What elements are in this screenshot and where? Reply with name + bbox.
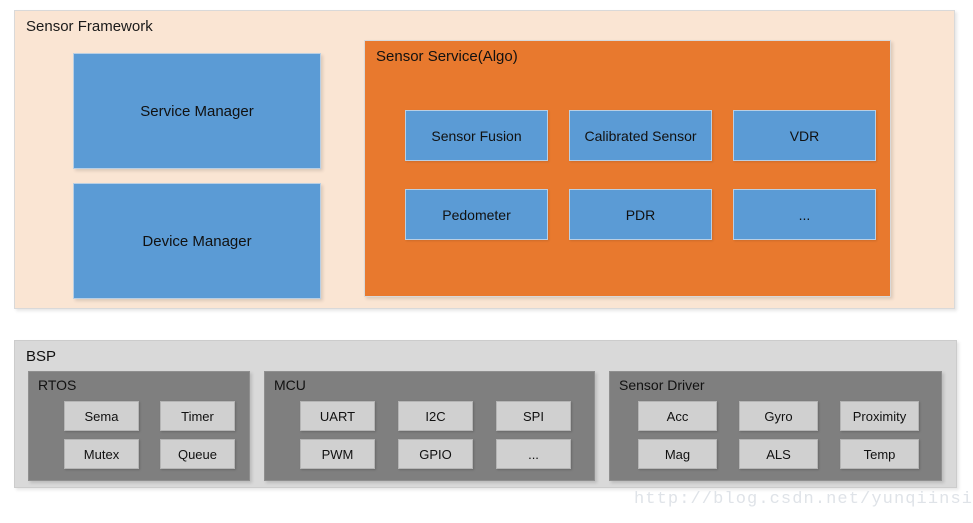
mcu-item-pwm[interactable]: PWM bbox=[300, 439, 375, 469]
mcu-item-label: GPIO bbox=[419, 446, 452, 462]
driver-item-acc[interactable]: Acc bbox=[638, 401, 717, 431]
watermark-text: http://blog.csdn.net/yunqiinsight bbox=[634, 490, 973, 509]
algo-block-label: Sensor Fusion bbox=[431, 127, 522, 144]
bsp-panel: BSP RTOS Sema Timer Mutex Queue MCU UART… bbox=[14, 340, 957, 488]
algo-block-label: PDR bbox=[625, 206, 656, 223]
mcu-item-i2c[interactable]: I2C bbox=[398, 401, 473, 431]
driver-item-label: ALS bbox=[766, 446, 791, 462]
algo-block-label: Calibrated Sensor bbox=[584, 127, 697, 144]
driver-item-label: Mag bbox=[664, 446, 691, 462]
device-manager-block[interactable]: Device Manager bbox=[73, 183, 321, 299]
rtos-item-mutex[interactable]: Mutex bbox=[64, 439, 139, 469]
algo-block-label: ... bbox=[798, 206, 811, 223]
algo-block-pdr[interactable]: PDR bbox=[569, 189, 712, 240]
mcu-item-more[interactable]: ... bbox=[496, 439, 571, 469]
rtos-item-sema[interactable]: Sema bbox=[64, 401, 139, 431]
driver-item-als[interactable]: ALS bbox=[739, 439, 818, 469]
rtos-item-queue[interactable]: Queue bbox=[160, 439, 235, 469]
bsp-title: BSP bbox=[26, 348, 57, 365]
mcu-item-label: ... bbox=[528, 446, 539, 462]
mcu-item-label: PWM bbox=[321, 446, 354, 462]
sensor-service-panel: Sensor Service(Algo) Sensor Fusion Calib… bbox=[364, 40, 891, 297]
mcu-item-label: I2C bbox=[425, 408, 446, 424]
algo-block-pedometer[interactable]: Pedometer bbox=[405, 189, 548, 240]
rtos-item-label: Sema bbox=[84, 408, 119, 424]
mcu-item-label: SPI bbox=[523, 408, 544, 424]
sensor-driver-title: Sensor Driver bbox=[619, 377, 705, 393]
rtos-item-label: Timer bbox=[181, 408, 214, 424]
sensor-service-title: Sensor Service(Algo) bbox=[376, 48, 518, 65]
mcu-item-spi[interactable]: SPI bbox=[496, 401, 571, 431]
mcu-title: MCU bbox=[274, 377, 306, 393]
mcu-item-uart[interactable]: UART bbox=[300, 401, 375, 431]
device-manager-label: Device Manager bbox=[142, 232, 252, 250]
driver-item-temp[interactable]: Temp bbox=[840, 439, 919, 469]
rtos-item-label: Mutex bbox=[83, 446, 120, 462]
driver-item-label: Gyro bbox=[764, 408, 793, 424]
algo-block-sensor-fusion[interactable]: Sensor Fusion bbox=[405, 110, 548, 161]
sensor-driver-group: Sensor Driver Acc Gyro Proximity Mag ALS… bbox=[609, 371, 942, 481]
driver-item-label: Temp bbox=[863, 446, 896, 462]
sensor-framework-panel: Sensor Framework Service Manager Device … bbox=[14, 10, 955, 309]
mcu-item-gpio[interactable]: GPIO bbox=[398, 439, 473, 469]
mcu-item-label: UART bbox=[319, 408, 356, 424]
driver-item-proximity[interactable]: Proximity bbox=[840, 401, 919, 431]
driver-item-label: Acc bbox=[666, 408, 689, 424]
service-manager-label: Service Manager bbox=[140, 102, 254, 120]
algo-block-more[interactable]: ... bbox=[733, 189, 876, 240]
driver-item-gyro[interactable]: Gyro bbox=[739, 401, 818, 431]
mcu-group: MCU UART I2C SPI PWM GPIO ... bbox=[264, 371, 595, 481]
algo-block-label: Pedometer bbox=[442, 206, 511, 223]
rtos-item-label: Queue bbox=[177, 446, 218, 462]
algo-block-vdr[interactable]: VDR bbox=[733, 110, 876, 161]
driver-item-label: Proximity bbox=[852, 408, 907, 424]
sensor-framework-title: Sensor Framework bbox=[26, 18, 153, 35]
rtos-item-timer[interactable]: Timer bbox=[160, 401, 235, 431]
algo-block-calibrated-sensor[interactable]: Calibrated Sensor bbox=[569, 110, 712, 161]
driver-item-mag[interactable]: Mag bbox=[638, 439, 717, 469]
rtos-group: RTOS Sema Timer Mutex Queue bbox=[28, 371, 250, 481]
algo-block-label: VDR bbox=[789, 127, 820, 144]
service-manager-block[interactable]: Service Manager bbox=[73, 53, 321, 169]
rtos-title: RTOS bbox=[38, 377, 77, 393]
